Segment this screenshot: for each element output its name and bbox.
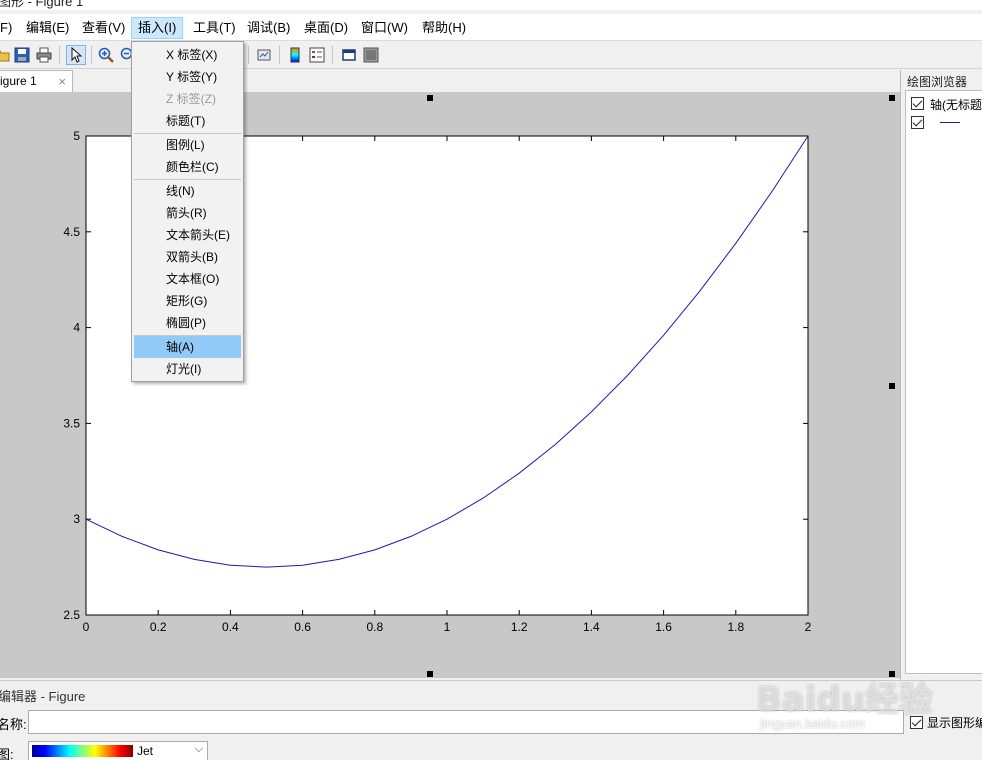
y-tick-label: 5: [73, 129, 80, 143]
line-visible-checkbox[interactable]: [911, 116, 924, 129]
line-swatch-icon[interactable]: [940, 122, 960, 123]
edit-plot-arrow-icon[interactable]: [66, 45, 86, 65]
x-tick-label: 0.8: [366, 620, 383, 634]
menu-item-double-arrow[interactable]: 双箭头(B): [134, 246, 241, 268]
menu-item-line[interactable]: 线(N): [134, 180, 241, 202]
zoom-in-icon[interactable]: [96, 45, 116, 65]
menu-view[interactable]: 查看(V): [76, 17, 131, 39]
menu-item-title[interactable]: 标题(T): [134, 110, 241, 132]
show-figure-checkbox[interactable]: [910, 716, 923, 729]
plot-browser-panel: 绘图浏览器 轴(无标题): [900, 70, 982, 680]
save-icon[interactable]: [12, 45, 32, 65]
figure-name-input[interactable]: [28, 710, 904, 734]
show-figure-label: 显示图形编: [927, 716, 982, 730]
y-tick-label: 3: [73, 512, 80, 526]
y-tick-label: 4.5: [63, 225, 80, 239]
menu-item-axes[interactable]: 轴(A): [134, 336, 241, 358]
menu-item-legend[interactable]: 图例(L): [134, 134, 241, 156]
menu-item-textbox[interactable]: 文本框(O): [134, 268, 241, 290]
menu-item-arrow[interactable]: 箭头(R): [134, 202, 241, 224]
window-title: 图形 - Figure 1: [0, 0, 84, 9]
menu-item-y-label[interactable]: Y 标签(Y): [134, 66, 241, 88]
axes-visible-checkbox[interactable]: [911, 97, 924, 110]
plot-browser-list: 轴(无标题): [905, 90, 982, 674]
menu-window[interactable]: 窗口(W): [355, 17, 414, 39]
menu-item-ellipse[interactable]: 椭圆(P): [134, 312, 241, 334]
colormap-preview: [32, 745, 133, 757]
property-editor-title: 编辑器 - Figure: [0, 689, 86, 704]
menu-item-rectangle[interactable]: 矩形(G): [134, 290, 241, 312]
selection-handle: [889, 671, 895, 677]
toolbar-separator: [59, 46, 60, 64]
open-file-icon[interactable]: [0, 45, 12, 65]
menu-insert[interactable]: 插入(I): [131, 17, 184, 39]
property-editor-panel: 编辑器 - Figure 名称: 图: Jet ⌵ 显示图形编: [0, 680, 982, 760]
axes-item-label[interactable]: 轴(无标题): [930, 96, 982, 113]
selection-handle: [889, 95, 895, 101]
hide-plot-tools-icon[interactable]: [339, 45, 359, 65]
colormap-label: 图:: [0, 747, 14, 760]
x-tick-label: 1.8: [727, 620, 744, 634]
menu-edit[interactable]: 编辑(E): [20, 17, 75, 39]
selection-handle: [427, 671, 433, 677]
menu-item-x-label[interactable]: X 标签(X): [134, 44, 241, 66]
x-tick-label: 0.4: [222, 620, 239, 634]
x-tick-label: 0: [83, 620, 90, 634]
name-label: 名称:: [0, 717, 27, 732]
toolbar-separator: [91, 46, 92, 64]
x-tick-label: 0.6: [294, 620, 311, 634]
toolbar-separator: [332, 46, 333, 64]
y-tick-label: 3.5: [63, 416, 80, 430]
x-tick-label: 1.2: [511, 620, 528, 634]
menu-debug[interactable]: 调试(B): [241, 17, 296, 39]
y-tick-label: 4: [73, 321, 80, 335]
menu-item-text-arrow[interactable]: 文本箭头(E): [134, 224, 241, 246]
print-icon[interactable]: [34, 45, 54, 65]
insert-colorbar-icon[interactable]: [285, 45, 305, 65]
x-tick-label: 2: [805, 620, 812, 634]
link-plot-icon[interactable]: [254, 45, 274, 65]
menu-tools[interactable]: 工具(T): [187, 17, 242, 39]
chevron-down-icon[interactable]: ⌵: [195, 743, 203, 756]
menu-bar: F) 编辑(E) 查看(V) 插入(I) 工具(T) 调试(B) 桌面(D) 窗…: [0, 14, 982, 40]
x-tick-label: 1.6: [655, 620, 672, 634]
menu-item-colorbar[interactable]: 颜色栏(C): [134, 156, 241, 178]
menu-item-light[interactable]: 灯光(I): [134, 358, 241, 380]
tab-label: igure 1: [0, 74, 37, 88]
menu-help[interactable]: 帮助(H): [416, 17, 472, 39]
menu-desktop[interactable]: 桌面(D): [298, 17, 354, 39]
menu-item-z-label: Z 标签(Z): [166, 92, 216, 106]
tab-figure-1[interactable]: igure 1 ×: [0, 70, 73, 92]
plot-browser-title: 绘图浏览器: [907, 75, 968, 89]
insert-menu-dropdown: X 标签(X) Y 标签(Y) Z 标签(Z) 标题(T) 图例(L) 颜色栏(…: [131, 41, 244, 382]
show-plot-tools-icon[interactable]: [361, 45, 381, 65]
toolbar-separator: [279, 46, 280, 64]
colormap-select[interactable]: Jet ⌵: [28, 741, 208, 760]
selection-handle: [889, 383, 895, 389]
menu-file[interactable]: F): [0, 17, 18, 39]
close-tab-icon[interactable]: ×: [58, 71, 66, 92]
toolbar-separator: [248, 46, 249, 64]
window-title-bar: 图形 - Figure 1: [0, 0, 982, 10]
x-tick-label: 1: [444, 620, 451, 634]
insert-legend-icon[interactable]: [307, 45, 327, 65]
selection-handle: [427, 95, 433, 101]
y-tick-label: 2.5: [63, 608, 80, 622]
x-tick-label: 0.2: [150, 620, 167, 634]
x-tick-label: 1.4: [583, 620, 600, 634]
colormap-value: Jet: [137, 744, 154, 758]
